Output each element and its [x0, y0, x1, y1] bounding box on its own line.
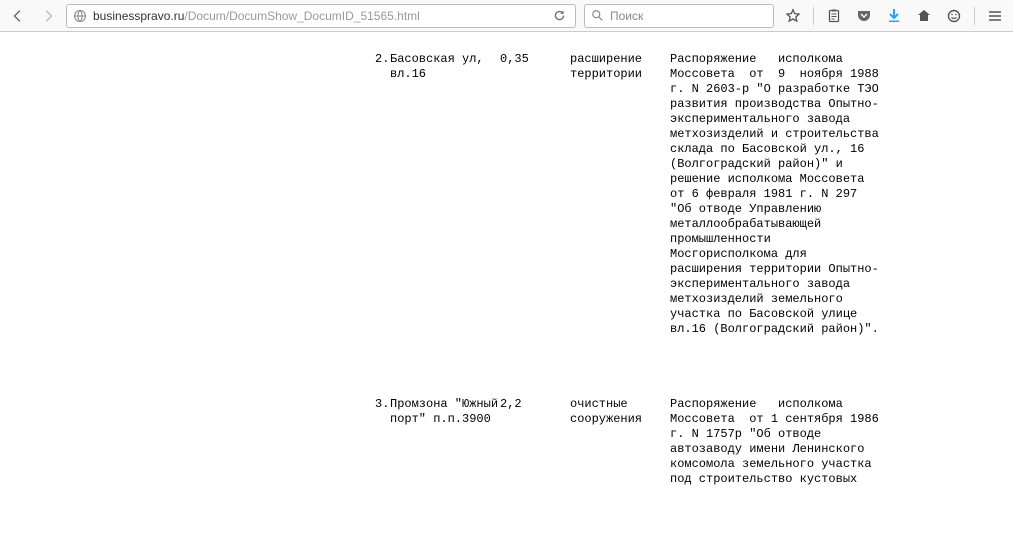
cell-address: Промзона "Южный порт" п.п.3900	[390, 397, 500, 487]
separator	[974, 7, 975, 25]
url-text: businesspravo.ru/Docum/DocumShow_DocumID…	[93, 9, 543, 23]
separator	[813, 7, 814, 25]
cell-purpose: расширение территории	[570, 52, 670, 337]
clipboard-icon[interactable]	[820, 4, 848, 28]
cell-document: Распоряжение исполкома Моссовета от 1 се…	[670, 397, 885, 487]
home-icon[interactable]	[910, 4, 938, 28]
table-row: 3. Промзона "Южный порт" п.п.3900 2,2 оч…	[20, 397, 993, 487]
search-bar[interactable]	[584, 4, 774, 28]
cell-num: 2.	[360, 52, 390, 337]
cell-num: 3.	[360, 397, 390, 487]
back-button[interactable]	[4, 4, 32, 28]
search-icon	[591, 9, 604, 22]
url-bar[interactable]: businesspravo.ru/Docum/DocumShow_DocumID…	[66, 4, 576, 28]
menu-icon[interactable]	[981, 4, 1009, 28]
globe-icon	[73, 9, 87, 23]
search-input[interactable]	[610, 9, 767, 23]
bookmark-star-icon[interactable]	[779, 4, 807, 28]
document-page: 2. Басовская ул, вл.16 0,35 расширение т…	[0, 32, 1013, 547]
toolbar-actions	[779, 4, 1009, 28]
cell-address: Басовская ул, вл.16	[390, 52, 500, 337]
cell-area: 0,35	[500, 52, 570, 337]
download-icon[interactable]	[880, 4, 908, 28]
browser-toolbar: businesspravo.ru/Docum/DocumShow_DocumID…	[0, 0, 1013, 32]
table-row: 2. Басовская ул, вл.16 0,35 расширение т…	[20, 52, 993, 337]
cell-purpose: очистные сооружения	[570, 397, 670, 487]
forward-button[interactable]	[34, 4, 62, 28]
cell-area: 2,2	[500, 397, 570, 487]
cell-document: Распоряжение исполкома Моссовета от 9 но…	[670, 52, 885, 337]
smiley-icon[interactable]	[940, 4, 968, 28]
reload-button[interactable]	[549, 6, 569, 26]
pocket-icon[interactable]	[850, 4, 878, 28]
